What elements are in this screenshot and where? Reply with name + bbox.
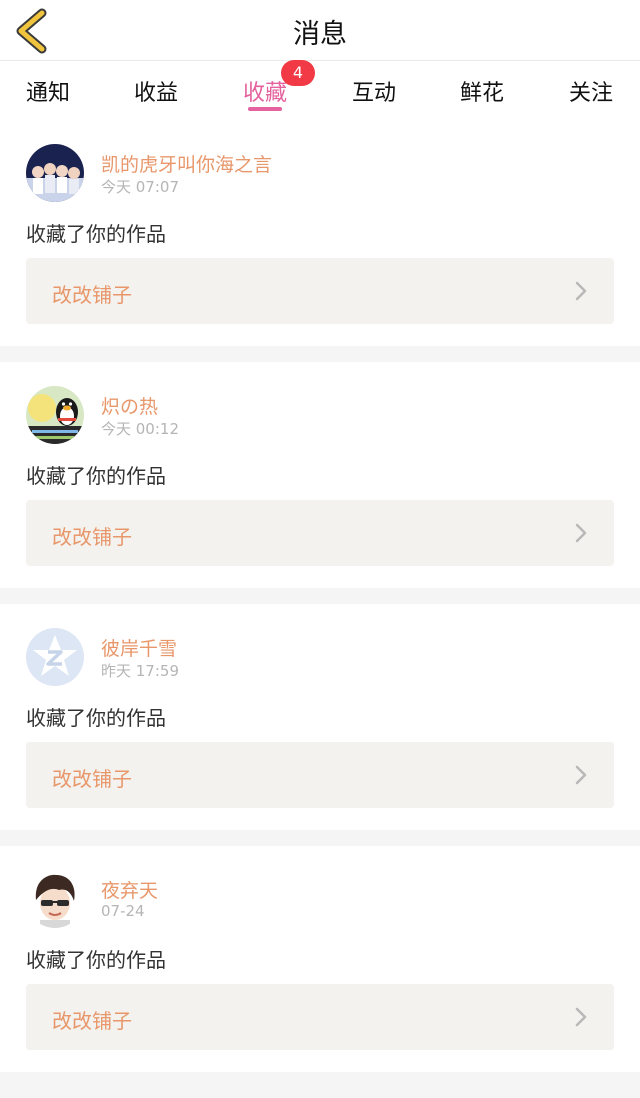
chevron-right-icon [575, 281, 587, 301]
list-item: 凯的虎牙叫你海之言 今天 07:07 收藏了你的作品 改改铺子 [0, 120, 640, 346]
tab-notifications[interactable]: 通知 [0, 75, 98, 107]
work-link[interactable]: 改改铺子 [26, 258, 614, 324]
work-title: 改改铺子 [52, 283, 132, 307]
qzone-star-avatar-icon [26, 628, 84, 686]
active-tab-indicator [248, 107, 282, 111]
username[interactable]: 凯的虎牙叫你海之言 [101, 150, 272, 177]
chevron-right-icon [575, 523, 587, 543]
action-text: 收藏了你的作品 [26, 464, 166, 488]
timestamp: 今天 00:12 [101, 420, 179, 438]
username[interactable]: 夜弃天 [101, 876, 158, 903]
group-photo-avatar-icon [26, 144, 84, 202]
list-item: 彼岸千雪 昨天 17:59 收藏了你的作品 改改铺子 [0, 604, 640, 830]
tab-bar: 通知 收益 收藏 互动 鲜花 关注 [0, 60, 640, 120]
list-item: 夜弃天 07-24 收藏了你的作品 改改铺子 [0, 846, 640, 1072]
action-text: 收藏了你的作品 [26, 706, 166, 730]
work-title: 改改铺子 [52, 1009, 132, 1033]
timestamp: 07-24 [101, 902, 145, 920]
timestamp: 今天 07:07 [101, 178, 179, 196]
username[interactable]: 彼岸千雪 [101, 634, 177, 661]
avatar[interactable] [26, 628, 84, 686]
avatar[interactable] [26, 144, 84, 202]
work-title: 改改铺子 [52, 767, 132, 791]
anime-boy-avatar-icon [26, 870, 84, 928]
header-bar: 消息 [0, 0, 640, 60]
work-link[interactable]: 改改铺子 [26, 500, 614, 566]
work-title: 改改铺子 [52, 525, 132, 549]
work-link[interactable]: 改改铺子 [26, 984, 614, 1050]
tab-interactions[interactable]: 互动 [324, 75, 424, 107]
avatar[interactable] [26, 386, 84, 444]
unread-count-badge: 4 [281, 60, 315, 86]
chevron-right-icon [575, 765, 587, 785]
action-text: 收藏了你的作品 [26, 948, 166, 972]
username[interactable]: 炽の热 [101, 392, 158, 419]
action-text: 收藏了你的作品 [26, 222, 166, 246]
tab-flowers[interactable]: 鲜花 [432, 75, 532, 107]
page-title: 消息 [293, 19, 347, 50]
list-item: 炽の热 今天 00:12 收藏了你的作品 改改铺子 [0, 362, 640, 588]
qq-penguin-avatar-icon [26, 386, 84, 444]
work-link[interactable]: 改改铺子 [26, 742, 614, 808]
tab-follows[interactable]: 关注 [541, 75, 640, 107]
timestamp: 昨天 17:59 [101, 662, 179, 680]
avatar[interactable] [26, 870, 84, 928]
tab-earnings[interactable]: 收益 [106, 75, 206, 107]
chevron-right-icon [575, 1007, 587, 1027]
